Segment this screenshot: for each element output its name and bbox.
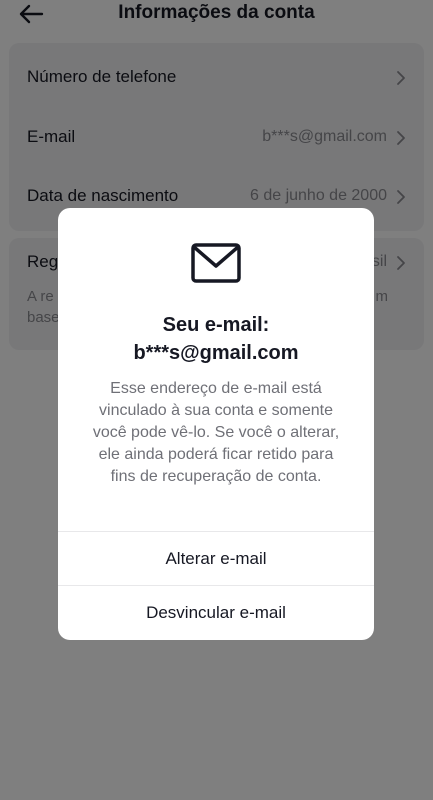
dialog-title-line1: Seu e-mail: (162, 314, 270, 336)
change-email-button[interactable]: Alterar e-mail (58, 531, 374, 586)
dialog-description: Esse endereço de e-mail está vinculado à… (92, 380, 340, 485)
dialog-title-email: b***s@gmail.com (133, 342, 299, 364)
dialog-title: Seu e-mail: b***s@gmail.com (68, 311, 364, 367)
email-info-dialog: Seu e-mail: b***s@gmail.com Esse endereç… (58, 208, 374, 640)
unlink-email-button[interactable]: Desvincular e-mail (58, 585, 374, 640)
envelope-icon (191, 243, 241, 283)
